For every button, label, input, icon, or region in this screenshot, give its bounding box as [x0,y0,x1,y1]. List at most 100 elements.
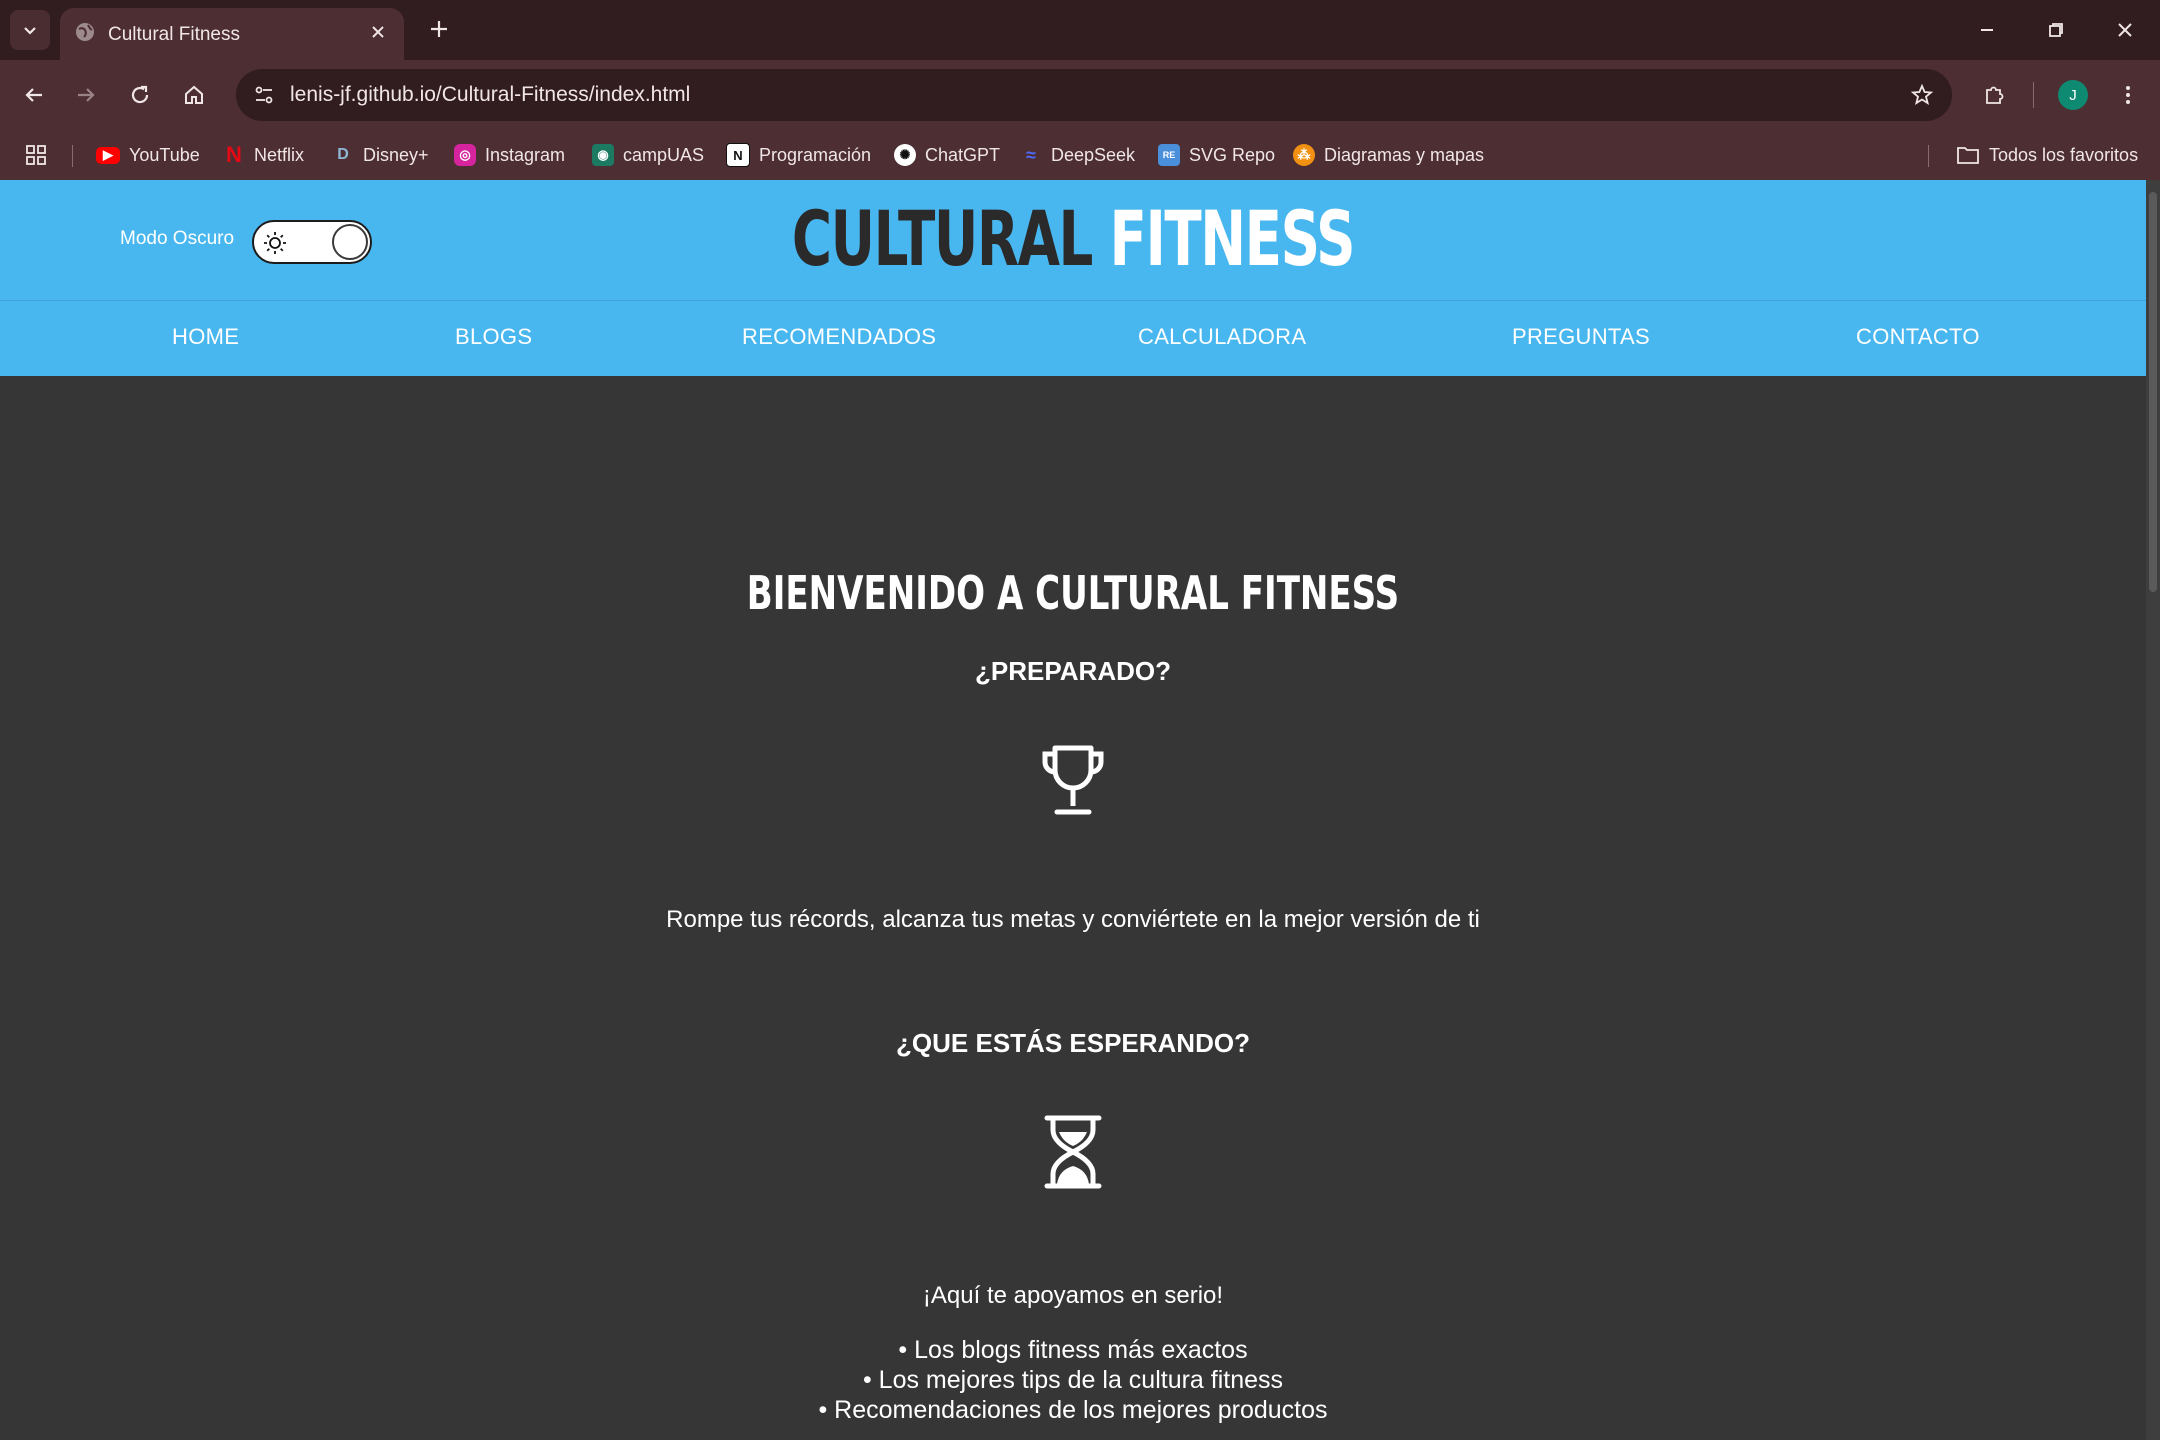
bookmark-divider [1928,145,1929,167]
restore-button[interactable] [2031,10,2081,50]
bookmark-label: SVG Repo [1189,144,1276,165]
svgrepo-icon: RE [1158,144,1180,166]
trophy-icon [1042,745,1104,815]
bookmark-disney[interactable]: D Disney+ [332,140,429,170]
bookmark-campuas[interactable]: ◉ campUAS [592,140,704,170]
instagram-icon: ◎ [454,144,476,166]
globe-icon [76,23,94,41]
star-icon [1910,83,1934,105]
extensions-button[interactable] [1974,75,2014,115]
url-text: lenis-jf.github.io/Cultural-Fitness/inde… [290,83,691,106]
brand-word-2: FITNESS [1109,194,1356,283]
apps-grid-icon [26,145,46,165]
back-button[interactable] [14,75,54,115]
home-icon [185,85,203,104]
restore-icon [2049,23,2063,37]
arrow-left-icon [25,88,42,102]
puzzle-icon [1986,86,2004,104]
subtitle-preparado: ¿PREPARADO? [975,656,1171,686]
tab-title: Cultural Fitness [108,24,240,45]
bookmark-deepseek[interactable]: ≈ DeepSeek [1020,140,1135,170]
all-bookmarks-label: Todos los favoritos [1989,144,2139,165]
bookmarks-bar: ▶ YouTube N Netflix D Disney+ ◎ Instagra… [0,130,2160,180]
close-icon [2118,23,2132,37]
nav-calculadora[interactable]: CALCULADORA [1138,324,1306,350]
web-page: Modo Oscuro CULTURAL FITNESS HOME BLOGS … [0,180,2146,1440]
nav-home[interactable]: HOME [172,324,239,350]
disney-icon: D [337,146,349,163]
bookmark-programacion[interactable]: N Programación [726,140,871,170]
minimize-button[interactable] [1962,10,2012,50]
list-item: • Los blogs fitness más exactos [898,1336,1248,1364]
motivation-text: Rompe tus récords, alcanza tus metas y c… [666,906,1480,933]
list-item: • Recomendaciones de los mejores product… [818,1396,1328,1424]
deepseek-icon: ≈ [1026,144,1036,165]
bookmark-diagramas[interactable]: ⁂ Diagramas y mapas [1293,140,1484,170]
tab-strip: Cultural Fitness [0,0,2160,60]
subtitle-esperando: ¿QUE ESTÁS ESPERANDO? [896,1028,1250,1058]
site-info-button[interactable] [246,77,282,113]
menu-button[interactable] [2108,75,2148,115]
nav-contacto[interactable]: CONTACTO [1856,324,1980,350]
apps-button[interactable] [24,140,48,170]
hourglass-icon [1044,1115,1102,1189]
forward-button[interactable] [66,75,106,115]
tab-close-button[interactable] [366,20,390,44]
nav-recomendados[interactable]: RECOMENDADOS [742,324,936,350]
welcome-title: BIENVENIDO A CULTURAL FITNESS [746,566,1400,620]
notion-icon: N [726,143,750,167]
bookmark-svgrepo[interactable]: RE SVG Repo [1158,140,1275,170]
netflix-icon: N [226,142,242,167]
bookmark-chatgpt[interactable]: ✺ ChatGPT [894,140,1000,170]
reload-button[interactable] [120,75,160,115]
youtube-icon: ▶ [96,146,120,164]
main-content: BIENVENIDO A CULTURAL FITNESS ¿PREPARADO… [0,376,2146,1440]
bookmark-label: Programación [759,144,872,165]
tune-icon [255,86,273,104]
bookmark-star-button[interactable] [1906,79,1938,111]
bookmark-label: Disney+ [363,144,429,165]
campuas-icon: ◉ [592,144,614,166]
bookmark-divider [72,145,73,167]
minimize-icon [1981,29,1993,31]
browser-toolbar: lenis-jf.github.io/Cultural-Fitness/inde… [0,60,2160,130]
bookmark-label: Netflix [254,144,305,165]
nav-blogs[interactable]: BLOGS [455,324,532,350]
bookmark-label: ChatGPT [925,144,1001,165]
list-item: • Los mejores tips de la cultura fitness [862,1366,1284,1394]
diagrams-icon: ⁂ [1293,144,1315,166]
toolbar-divider [2033,82,2034,108]
bookmark-label: YouTube [129,144,200,165]
address-bar[interactable]: lenis-jf.github.io/Cultural-Fitness/inde… [236,69,1952,121]
close-icon [372,26,384,38]
sun-icon [264,232,286,254]
arrow-right-icon [78,88,95,102]
all-bookmarks-button[interactable]: Todos los favoritos [1956,140,2138,170]
site-header: Modo Oscuro CULTURAL FITNESS HOME BLOGS … [0,180,2146,376]
chatgpt-icon: ✺ [894,144,916,166]
bookmark-label: campUAS [623,144,705,165]
tab-search-button[interactable] [10,10,50,50]
bookmark-label: Diagramas y mapas [1324,144,1485,165]
bookmark-netflix[interactable]: N Netflix [223,140,304,170]
main-nav: HOME BLOGS RECOMENDADOS CALCULADORA PREG… [0,301,2146,376]
bookmark-instagram[interactable]: ◎ Instagram [454,140,565,170]
new-tab-button[interactable] [424,14,454,44]
more-vert-icon [2126,86,2130,104]
page-scrollbar[interactable] [2146,180,2160,1440]
close-window-button[interactable] [2100,10,2150,50]
profile-avatar[interactable]: J [2058,80,2088,110]
bookmark-youtube[interactable]: ▶ YouTube [96,140,200,170]
site-logo-title[interactable]: CULTURAL FITNESS [300,194,1845,283]
browser-tab[interactable]: Cultural Fitness [60,8,404,60]
plus-icon [431,21,447,37]
features-list: • Los blogs fitness más exactos • Los me… [0,1336,2146,1426]
reload-icon [131,85,149,104]
brand-word-1: CULTURAL [791,194,1093,283]
bookmark-label: DeepSeek [1051,144,1136,165]
home-button[interactable] [174,75,214,115]
chevron-down-icon [24,27,36,35]
nav-preguntas[interactable]: PREGUNTAS [1512,324,1650,350]
folder-icon [1957,147,1979,164]
scrollbar-thumb[interactable] [2149,192,2157,592]
